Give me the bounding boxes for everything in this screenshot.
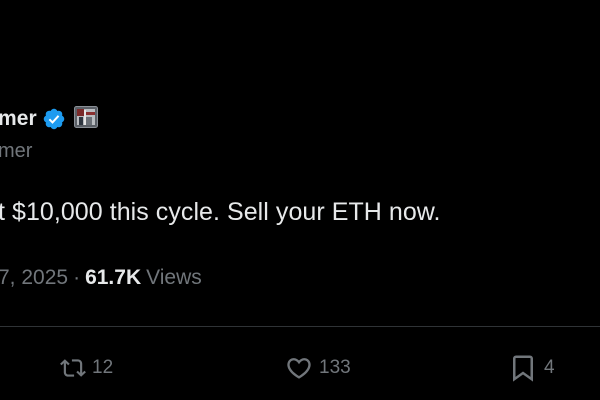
divider	[0, 326, 600, 327]
meta-separator: ·	[73, 266, 81, 289]
views-count: 61.7K	[85, 266, 142, 289]
retweet-icon	[60, 355, 86, 381]
flag-emoji-icon	[73, 106, 98, 128]
tweet-date[interactable]: 7, 2025	[0, 266, 68, 289]
author-name-row: mer	[0, 104, 98, 134]
retweet-count: 12	[92, 357, 114, 378]
author-display-name[interactable]: mer	[0, 107, 37, 131]
bookmark-button[interactable]: 4	[508, 352, 555, 384]
retweet-button[interactable]: 12	[60, 352, 113, 384]
tweet-detail-view: mer mer t $10,000 this cycle. Sell your …	[0, 0, 600, 400]
bookmark-icon	[508, 353, 538, 383]
heart-icon	[285, 354, 313, 382]
tweet-meta: 7, 2025 · 61.7K Views	[0, 266, 202, 290]
like-button[interactable]: 133	[285, 352, 351, 384]
views-label: Views	[146, 266, 202, 289]
tweet-text: t $10,000 this cycle. Sell your ETH now.	[0, 198, 441, 226]
like-count: 133	[319, 357, 351, 378]
author-handle[interactable]: mer	[0, 140, 32, 163]
verified-badge-icon[interactable]	[42, 107, 66, 131]
bookmark-count: 4	[544, 357, 555, 378]
